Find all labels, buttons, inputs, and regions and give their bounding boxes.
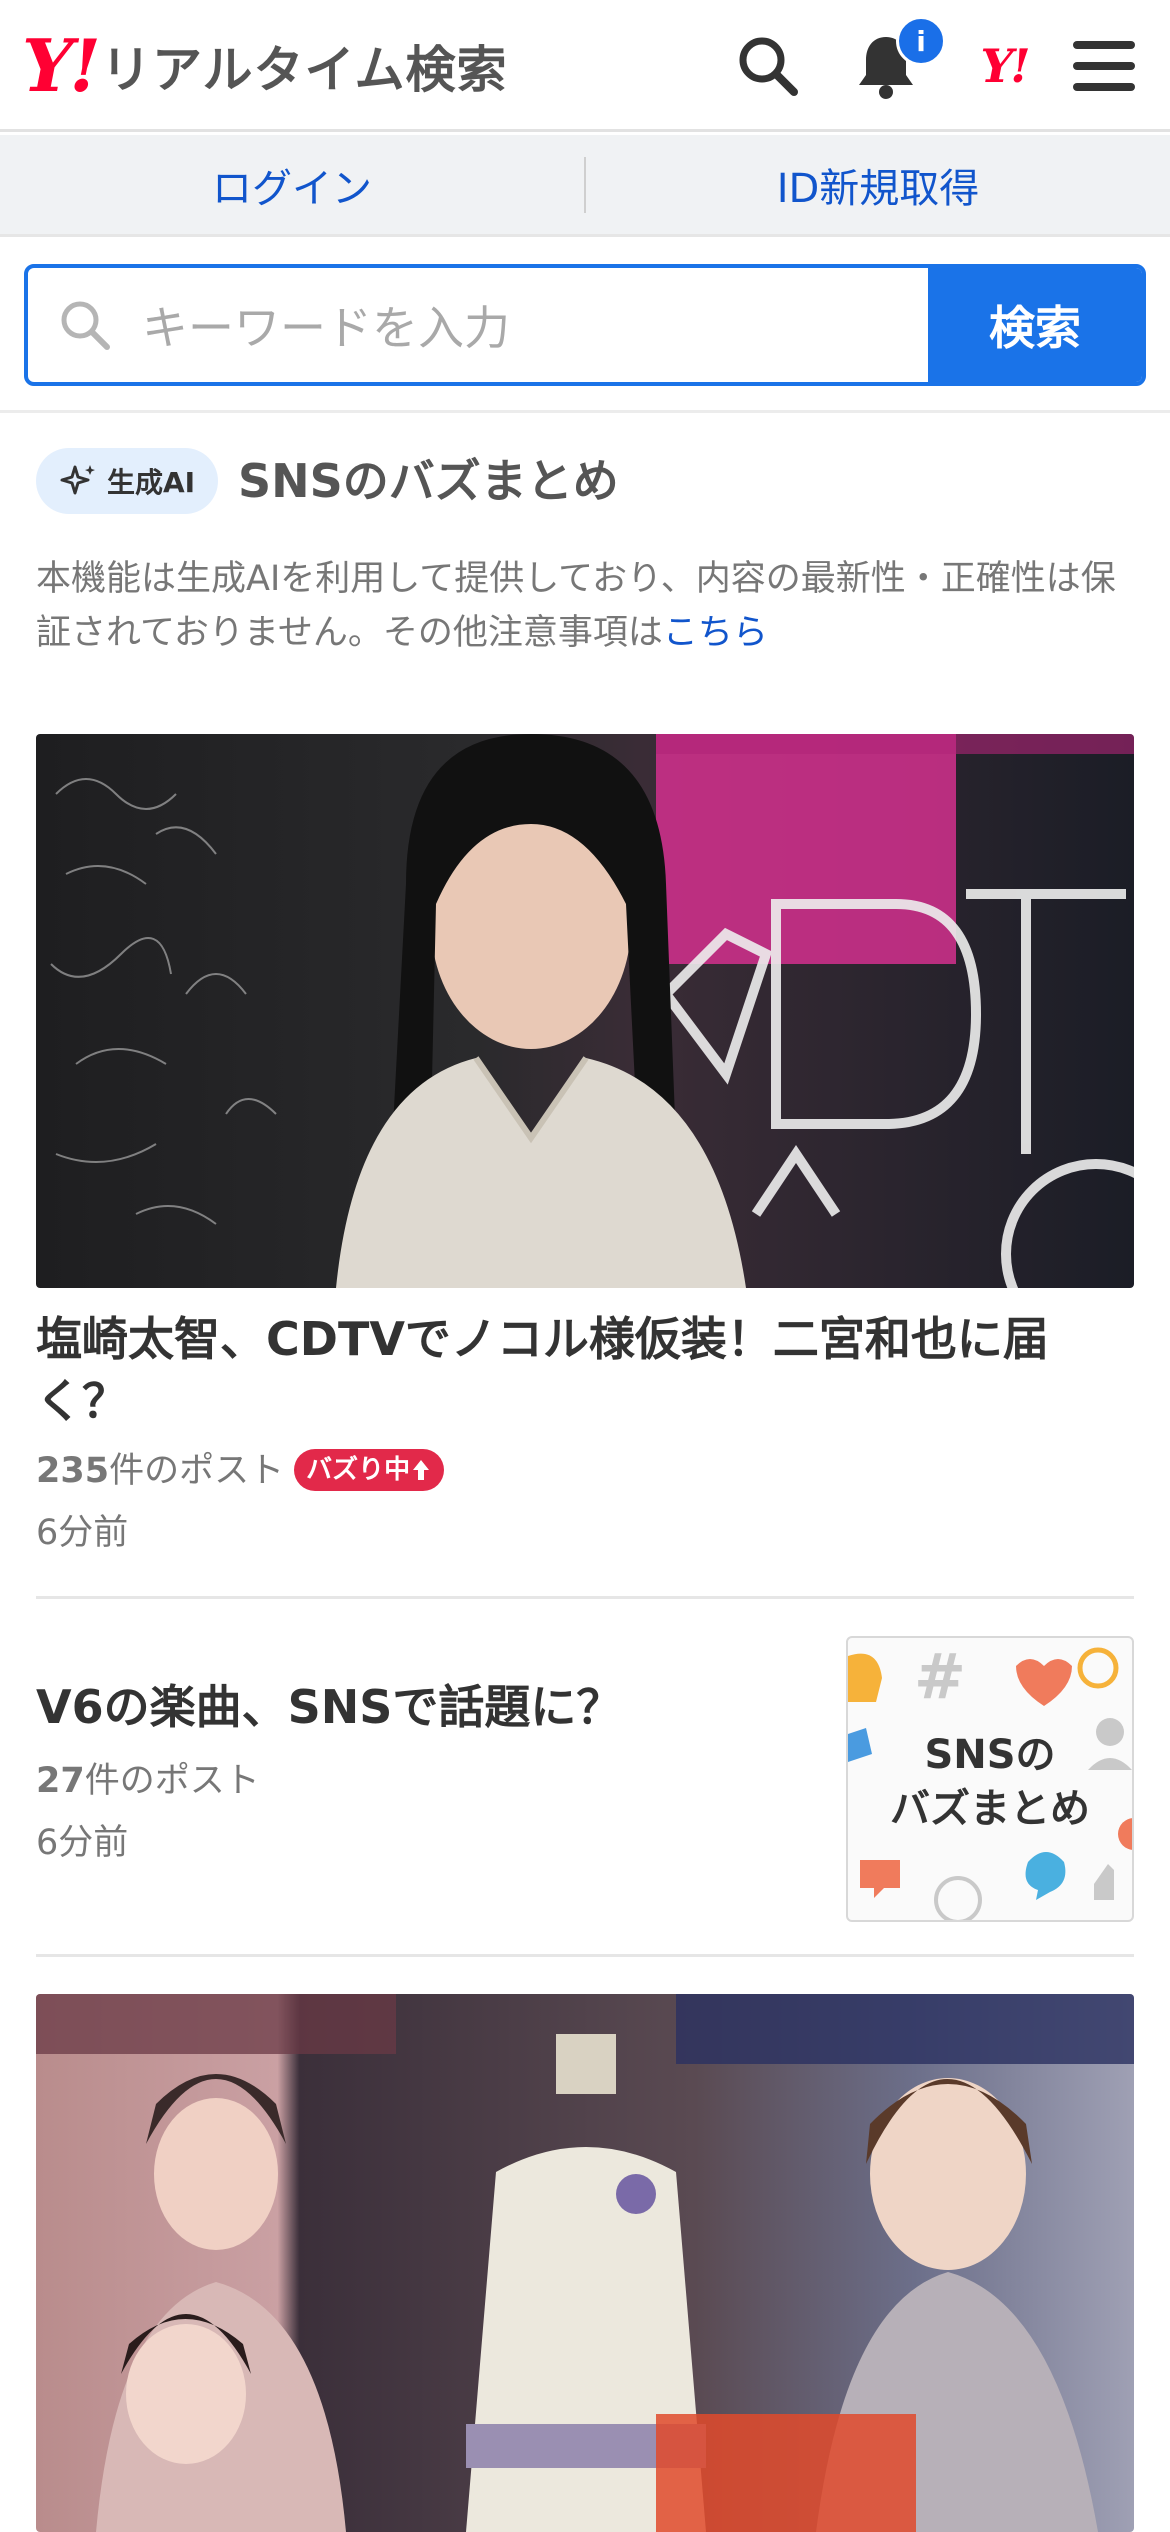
- article-divider: [36, 1954, 1134, 1957]
- notification-badge: i: [896, 16, 946, 66]
- thumbnail-text-line1: SNSの: [924, 1732, 1056, 1778]
- yahoo-japan-mark: Y!: [980, 39, 1030, 93]
- app-header: Y! リアルタイム検索 i Y!: [0, 0, 1170, 132]
- up-arrow-icon: [413, 1460, 430, 1480]
- site-logo-text: リアルタイム検索: [101, 41, 508, 99]
- ai-badge: 生成AI: [36, 448, 218, 514]
- search-field-icon: [61, 301, 110, 350]
- search-placeholder: キーワードを入力: [142, 301, 510, 355]
- disclaimer-text: 本機能は生成AIを利用して提供しており、内容の最新性・正確性は保証されておりませ…: [36, 559, 1116, 653]
- login-link[interactable]: ログイン: [0, 135, 584, 234]
- article-post-count: 235件のポスト バズり中: [36, 1446, 445, 1496]
- article-title[interactable]: V6の楽曲、SNSで話題に？: [36, 1676, 622, 1738]
- section-title: SNSのバズまとめ: [238, 454, 619, 508]
- site-logo[interactable]: Y! リアルタイム検索: [22, 28, 508, 104]
- post-count-suffix: 件のポスト: [84, 1761, 260, 1801]
- ai-badge-label: 生成AI: [106, 466, 196, 499]
- post-count-number: 235: [36, 1451, 110, 1491]
- svg-text:#: #: [914, 1640, 966, 1713]
- article-time: 6分前: [36, 1513, 129, 1553]
- ai-disclaimer: 本機能は生成AIを利用して提供しており、内容の最新性・正確性は保証されておりませ…: [36, 552, 1136, 660]
- disclaimer-link[interactable]: こちら: [663, 613, 768, 653]
- article-post-count: 27件のポスト: [36, 1756, 260, 1806]
- article-image[interactable]: [36, 1994, 1134, 2532]
- thumbnail-text: SNSの バズまとめ: [848, 1728, 1132, 1836]
- sparkle-icon: [60, 465, 95, 495]
- post-count-number: 27: [36, 1761, 85, 1801]
- search-icon[interactable]: [730, 28, 806, 104]
- article-image[interactable]: [36, 734, 1134, 1288]
- sns-buzz-thumbnail[interactable]: # SNSの バズまとめ: [846, 1636, 1134, 1922]
- menu-icon[interactable]: [1066, 28, 1142, 104]
- post-count-suffix: 件のポスト: [109, 1451, 285, 1491]
- buzz-badge-label: バズり中: [306, 1455, 411, 1485]
- article-title[interactable]: 塩崎太智、CDTVでノコル様仮装！二宮和也に届く？: [36, 1308, 1136, 1432]
- article-divider: [36, 1596, 1134, 1599]
- yahoo-logo-mark: Y!: [22, 23, 101, 108]
- search-form: キーワードを入力 検索: [24, 264, 1146, 386]
- search-button[interactable]: 検索: [928, 268, 1142, 382]
- register-link[interactable]: ID新規取得: [586, 135, 1170, 234]
- yahoo-japan-icon[interactable]: Y!: [966, 28, 1042, 104]
- article-time: 6分前: [36, 1823, 129, 1863]
- search-input[interactable]: キーワードを入力: [28, 268, 928, 382]
- section-divider: [0, 410, 1170, 413]
- login-bar: ログイン ID新規取得: [0, 135, 1170, 237]
- thumbnail-text-line2: バズまとめ: [890, 1786, 1090, 1832]
- buzz-badge: バズり中: [294, 1449, 445, 1491]
